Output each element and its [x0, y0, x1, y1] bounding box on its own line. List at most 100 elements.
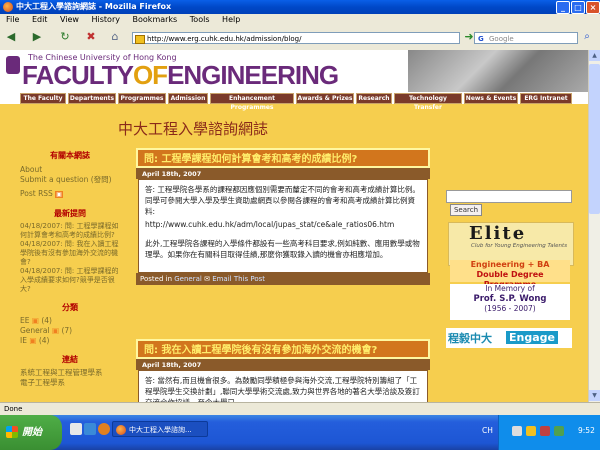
- quicklaunch-icon[interactable]: [70, 423, 82, 435]
- firefox-icon: [3, 2, 13, 12]
- volume-icon[interactable]: [554, 426, 564, 436]
- post-title[interactable]: 問: 我在入讀工程學院後有沒有參加海外交流的機會?: [136, 339, 430, 359]
- menu-bar: File Edit View History Bookmarks Tools H…: [0, 14, 600, 26]
- engage-banner[interactable]: 程毅中大 Engage: [446, 328, 572, 348]
- links-heading: 連結: [62, 355, 78, 364]
- favicon-icon: [135, 35, 145, 44]
- scroll-up-icon[interactable]: ▲: [589, 50, 600, 61]
- minimize-button[interactable]: _: [556, 1, 570, 14]
- home-icon[interactable]: ⌂: [108, 30, 122, 44]
- menu-bookmarks[interactable]: Bookmarks: [133, 15, 178, 24]
- menu-history[interactable]: History: [92, 15, 120, 24]
- forward-arrow-icon[interactable]: ▶: [30, 30, 44, 44]
- post-footer: Posted in General ✉ Email This Post: [136, 273, 430, 285]
- nav-the-faculty[interactable]: The Faculty: [20, 93, 66, 104]
- blog-post: 問: 我在入讀工程學院後有沒有參加海外交流的機會? April 18th, 20…: [136, 339, 430, 402]
- category-heading: 分類: [62, 303, 78, 312]
- blog-search-input[interactable]: [446, 190, 572, 203]
- elite-title: Elite: [469, 223, 527, 244]
- vertical-scrollbar[interactable]: ▲ ▼: [588, 50, 600, 402]
- post-body: 答: 工程學院各學系的課程都因應個別需要而釐定不同的會考和高考成績計算比例。同學…: [138, 179, 428, 273]
- email-post-link[interactable]: Email This Post: [212, 275, 265, 283]
- category-item[interactable]: General ▣ (7): [20, 326, 120, 336]
- nav-erg-intranet[interactable]: ERG Intranet: [520, 93, 572, 104]
- quicklaunch-icon[interactable]: [98, 423, 110, 435]
- close-button[interactable]: ×: [586, 1, 600, 14]
- recent-item[interactable]: 04/18/2007: 問: 工程學課程的入學成績要求如何?競爭是否很大?: [20, 267, 120, 294]
- search-input[interactable]: G Google: [474, 32, 578, 44]
- category-item[interactable]: IE ▣ (4): [20, 336, 120, 346]
- quicklaunch-icon[interactable]: [84, 423, 96, 435]
- url-text: http://www.erg.cuhk.edu.hk/admission/blo…: [147, 35, 302, 43]
- nav-news-events[interactable]: News & Events: [464, 93, 518, 104]
- memorial-banner[interactable]: In Memory of Prof. S.P. Wong (1956 - 200…: [450, 284, 570, 320]
- scroll-down-icon[interactable]: ▼: [589, 390, 600, 401]
- reload-icon[interactable]: ↻: [58, 30, 72, 44]
- start-button[interactable]: 開始: [0, 415, 62, 450]
- nav-enhancement[interactable]: Enhancement Programmes: [210, 93, 294, 111]
- nav-tech-transfer[interactable]: Technology Transfer: [394, 93, 462, 111]
- blog-title[interactable]: 中大工程入學諮詢網誌: [118, 118, 268, 139]
- posted-in-label: Posted in: [140, 275, 173, 283]
- web-page: The Chinese University of Hong Kong FACU…: [0, 50, 588, 402]
- menu-tools[interactable]: Tools: [190, 15, 210, 24]
- post-rss-link[interactable]: Post RSS ▣: [20, 189, 120, 200]
- post-title[interactable]: 問: 工程學課程如何計算會考和高考的成績比例?: [136, 148, 430, 168]
- submit-question-link[interactable]: Submit a question (發問): [20, 175, 120, 185]
- left-sidebar: 有關本網誌 About Submit a question (發問) Post …: [20, 150, 120, 388]
- links-item[interactable]: 系統工程與工程管理學系: [20, 368, 120, 378]
- rss-icon: ▣: [29, 336, 37, 345]
- tray-icon[interactable]: [512, 426, 522, 436]
- language-indicator[interactable]: CH: [482, 426, 493, 435]
- tray-icon[interactable]: [540, 426, 550, 436]
- nav-awards[interactable]: Awards & Prizes: [296, 93, 354, 104]
- nav-admission[interactable]: Admission: [168, 93, 208, 104]
- clock[interactable]: 9:52: [578, 426, 595, 435]
- rss-icon: ▣: [31, 316, 39, 325]
- faculty-banner: The Chinese University of Hong Kong FACU…: [0, 50, 588, 92]
- maximize-button[interactable]: □: [571, 1, 585, 14]
- stop-icon[interactable]: ✖: [84, 30, 98, 44]
- engage-en: Engage: [506, 331, 558, 344]
- recent-item[interactable]: 04/18/2007: 問: 工程學課程如何計算會考和高考的成績比例?: [20, 222, 120, 240]
- menu-file[interactable]: File: [6, 15, 19, 24]
- menu-edit[interactable]: Edit: [32, 15, 48, 24]
- nav-research[interactable]: Research: [356, 93, 392, 104]
- double-degree-line1: Engineering + BA: [470, 260, 550, 269]
- recent-item[interactable]: 04/18/2007: 問: 我在入讀工程學院後有沒有參加海外交流的機會?: [20, 240, 120, 267]
- faculty-wordmark[interactable]: FACULTYOFENGINEERING: [22, 61, 339, 89]
- menu-help[interactable]: Help: [222, 15, 240, 24]
- blog-search-button[interactable]: Search: [450, 204, 482, 216]
- post-category-link[interactable]: General: [174, 275, 202, 283]
- url-input[interactable]: http://www.erg.cuhk.edu.hk/admission/blo…: [132, 32, 460, 44]
- menu-view[interactable]: View: [60, 15, 79, 24]
- engage-zh: 程毅中大: [448, 332, 492, 345]
- tray-icon[interactable]: [526, 426, 536, 436]
- nav-departments[interactable]: Departments: [68, 93, 116, 104]
- post-date: April 18th, 2007: [136, 168, 430, 179]
- start-label: 開始: [22, 427, 42, 438]
- status-bar: Done: [0, 402, 600, 416]
- about-link[interactable]: About: [20, 165, 120, 175]
- back-arrow-icon[interactable]: ◀: [4, 30, 18, 44]
- nav-programmes[interactable]: Programmes: [118, 93, 166, 104]
- taskbar-firefox-item[interactable]: 中大工程入學諮詢...: [112, 421, 208, 437]
- memorial-line1: In Memory of: [485, 284, 535, 293]
- windows-logo-icon: [6, 426, 18, 438]
- about-heading: 有關本網誌: [50, 151, 90, 160]
- post-link[interactable]: http://www.cuhk.edu.hk/adm/local/jupas_s…: [145, 219, 421, 230]
- navigation-toolbar: ◀ ▶ ↻ ✖ ⌂ http://www.erg.cuhk.edu.hk/adm…: [0, 26, 600, 51]
- windows-taskbar: 開始 中大工程入學諮詢... CH 9:52: [0, 415, 600, 450]
- search-placeholder: Google: [489, 35, 514, 43]
- scroll-thumb[interactable]: [589, 64, 600, 214]
- post-paragraph: 此外,工程學院各課程的入學條件都設有一些高考科目要求,例如純數、應用數學或物理學…: [145, 239, 420, 259]
- memorial-name: Prof. S.P. Wong: [473, 294, 547, 304]
- double-degree-banner[interactable]: Engineering + BA Double Degree Programme: [450, 260, 570, 289]
- status-text: Done: [4, 405, 23, 413]
- elite-subtitle: Club for Young Engineering Talents: [471, 243, 568, 249]
- rss-icon: ▣: [55, 191, 63, 198]
- links-item[interactable]: 電子工程學系: [20, 378, 120, 388]
- category-item[interactable]: EE ▣ (4): [20, 316, 120, 326]
- search-go-icon[interactable]: ⌕: [580, 30, 594, 44]
- post-paragraph: 答: 工程學院各學系的課程都因應個別需要而釐定不同的會考和高考成績計算比例。同學…: [145, 185, 420, 216]
